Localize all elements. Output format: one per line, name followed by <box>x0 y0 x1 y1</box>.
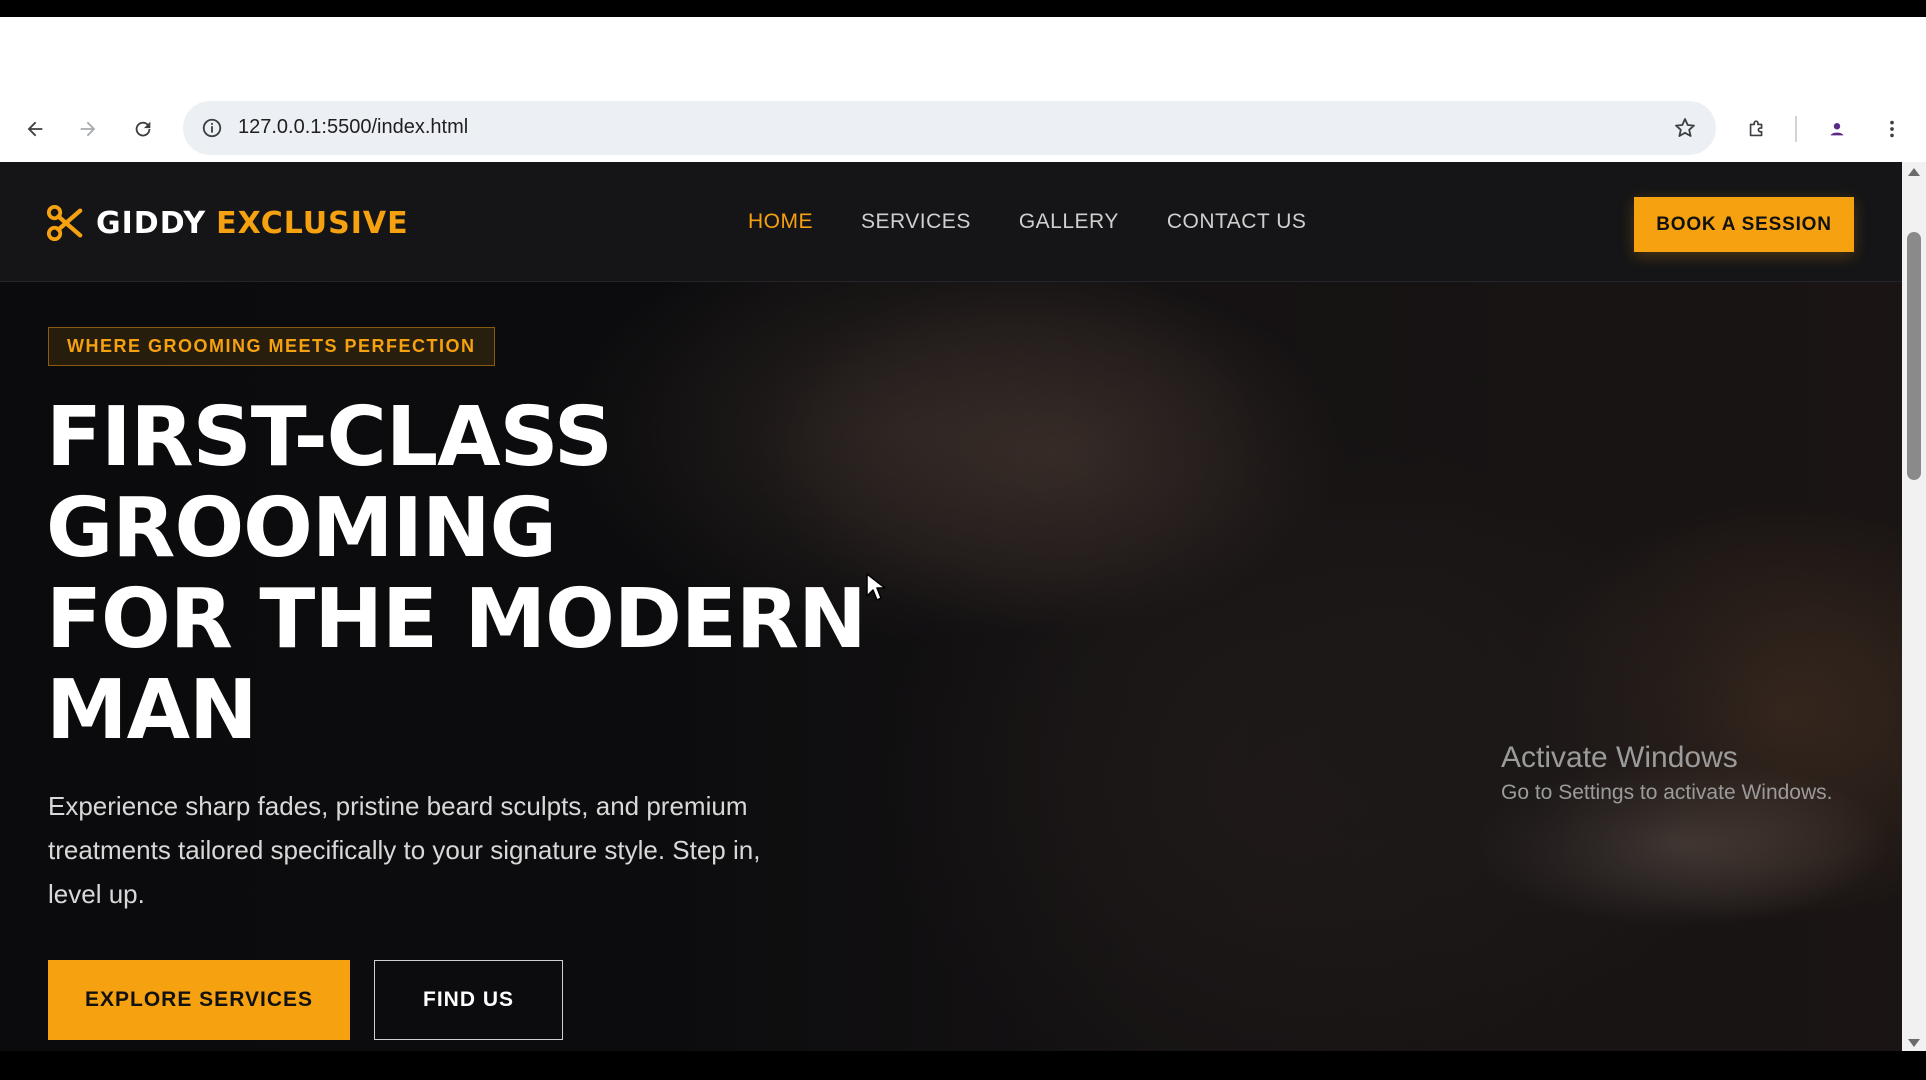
headline-line-1: FIRST-CLASS <box>46 390 613 485</box>
screen-bottom-bar <box>0 1051 1926 1080</box>
hero-tagline-badge: WHERE GROOMING MEETS PERFECTION <box>48 327 495 366</box>
scroll-down-arrow-icon[interactable] <box>1908 1039 1920 1047</box>
hero-description: Experience sharp fades, pristine beard s… <box>48 791 761 909</box>
browser-menu-button[interactable] <box>1872 109 1912 149</box>
profile-icon <box>1830 123 1844 136</box>
site-info-button[interactable] <box>193 109 231 147</box>
nav-link-contact[interactable]: CONTACT US <box>1167 210 1307 234</box>
profile-button[interactable] <box>1817 109 1857 149</box>
nav-link-home[interactable]: HOME <box>748 210 813 234</box>
find-us-button[interactable]: FIND US <box>374 960 563 1040</box>
back-button[interactable] <box>15 109 55 149</box>
logo-text-accent: EXCLUSIVE <box>216 205 409 241</box>
url-text[interactable]: 127.0.0.1:5500/index.html <box>238 116 468 139</box>
watermark-title: Activate Windows <box>1501 741 1738 774</box>
star-icon <box>1675 118 1695 137</box>
hero-headline: FIRST-CLASS GROOMING FOR THE MODERN MAN <box>46 392 926 756</box>
headline-line-4: MAN <box>46 663 258 758</box>
reload-icon <box>135 121 151 137</box>
explore-services-button[interactable]: EXPLORE SERVICES <box>48 960 350 1040</box>
headline-line-2: GROOMING <box>46 481 557 576</box>
site-info-icon <box>202 118 222 138</box>
bookmark-button[interactable] <box>1670 113 1700 143</box>
headline-line-3: FOR THE MODERN <box>46 572 867 667</box>
book-session-button[interactable]: BOOK A SESSION <box>1634 197 1854 252</box>
hero-section: WHERE GROOMING MEETS PERFECTION FIRST-CL… <box>0 282 1902 1051</box>
page-scrollbar[interactable] <box>1902 162 1926 1051</box>
browser-toolbar: 127.0.0.1:5500/index.html <box>0 97 1926 162</box>
back-arrow-icon <box>27 121 43 137</box>
logo-text-primary: GIDDY <box>96 205 207 241</box>
scrollbar-thumb[interactable] <box>1907 232 1921 480</box>
screen-top-bar <box>0 0 1926 17</box>
browser-tab-strip <box>0 17 1926 97</box>
forward-arrow-icon <box>80 121 96 137</box>
puzzle-icon <box>1749 120 1763 137</box>
page-viewport: GIDDY EXCLUSIVE HOME SERVICES GALLERY CO… <box>0 162 1902 1051</box>
scissors-icon <box>46 204 83 242</box>
mouse-cursor-icon <box>866 573 886 601</box>
site-header: GIDDY EXCLUSIVE HOME SERVICES GALLERY CO… <box>0 162 1902 282</box>
nav-link-services[interactable]: SERVICES <box>861 210 971 234</box>
extensions-button[interactable] <box>1737 109 1777 149</box>
scroll-up-arrow-icon[interactable] <box>1908 168 1920 176</box>
nav-link-gallery[interactable]: GALLERY <box>1019 210 1119 234</box>
forward-button[interactable] <box>68 109 108 149</box>
windows-activation-watermark: Activate Windows Go to Settings to activ… <box>1501 741 1833 805</box>
address-bar[interactable]: 127.0.0.1:5500/index.html <box>183 101 1716 155</box>
site-logo[interactable]: GIDDY EXCLUSIVE <box>46 204 409 242</box>
watermark-subtitle: Go to Settings to activate Windows. <box>1501 781 1833 804</box>
kebab-menu-icon <box>1890 120 1894 138</box>
reload-button[interactable] <box>123 109 163 149</box>
toolbar-separator <box>1795 116 1797 142</box>
main-nav: HOME SERVICES GALLERY CONTACT US <box>748 210 1354 234</box>
